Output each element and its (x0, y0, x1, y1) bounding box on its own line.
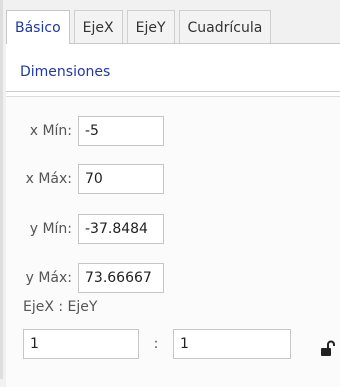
x-min-label: x Mín: (29, 123, 72, 139)
ratio-separator: : (153, 336, 159, 352)
x-min-row: x Mín: -5 (12, 116, 164, 146)
axis-ratio-row: 1 : 1 (23, 329, 291, 359)
tab-ejey[interactable]: EjeY (126, 10, 175, 44)
x-min-input[interactable]: -5 (78, 116, 164, 146)
tab-basico[interactable]: Básico (6, 10, 70, 44)
tab-cuadricula[interactable]: Cuadrícula (178, 10, 272, 44)
y-min-row: y Mín: -37.8484 (12, 214, 164, 244)
x-max-input[interactable]: 70 (78, 164, 164, 194)
graphics-settings-panel: Básico EjeX EjeY Cuadrícula Dimensiones … (0, 0, 340, 387)
section-divider (6, 91, 340, 92)
axis-ratio-label: EjeX : EjeY (23, 299, 98, 315)
x-max-label: x Máx: (25, 171, 72, 187)
y-max-row: y Máx: 73.66667 (12, 263, 164, 293)
x-max-row: x Máx: 70 (12, 164, 164, 194)
y-max-label: y Máx: (25, 270, 72, 286)
y-max-input[interactable]: 73.66667 (78, 263, 164, 293)
y-min-input[interactable]: -37.8484 (78, 214, 164, 244)
axis-ratio-x-input[interactable]: 1 (23, 329, 139, 359)
tab-ejex[interactable]: EjeX (73, 10, 123, 44)
unlocked-padlock-icon[interactable] (320, 340, 336, 358)
section-title: Dimensiones (20, 64, 111, 80)
y-min-label: y Mín: (29, 221, 72, 237)
tab-content: Dimensiones x Mín: -5 x Máx: 70 y Mín: -… (6, 43, 340, 387)
tab-bar: Básico EjeX EjeY Cuadrícula (6, 10, 320, 44)
axis-ratio-y-input[interactable]: 1 (173, 329, 291, 359)
